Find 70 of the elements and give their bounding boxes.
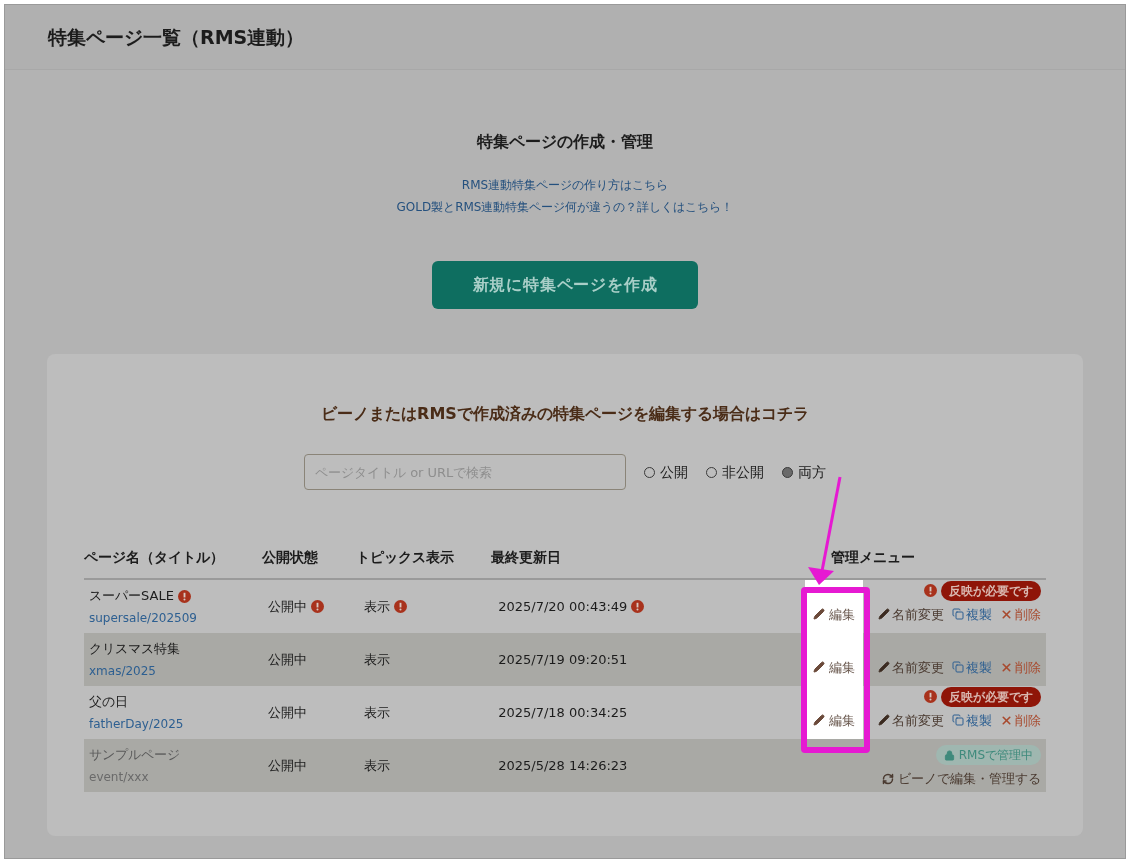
rename-button[interactable]: 名前変更 <box>878 710 944 730</box>
updated-date: 2025/7/18 00:34:25 <box>498 703 628 722</box>
column-header: 管理メニュー <box>830 548 917 567</box>
page-path-link[interactable]: fatherDay/2025 <box>89 714 262 733</box>
page-path-link[interactable]: event/xxx <box>89 767 262 786</box>
topics-text: 表示 <box>364 597 391 616</box>
copy-button[interactable]: 複製 <box>952 657 992 677</box>
copy-button[interactable]: 複製 <box>952 604 992 624</box>
updated-date: 2025/7/19 09:20:51 <box>498 650 628 669</box>
page-name: クリスマス特集 <box>89 640 180 659</box>
pencil-icon <box>878 661 890 674</box>
warning-icon <box>394 600 408 613</box>
page-name: サンプルページ <box>89 746 180 765</box>
pencil-icon <box>878 608 890 621</box>
help-link[interactable]: GOLD製とRMS連動特集ページ何が違うの？詳しくはこちら！ <box>396 198 734 216</box>
copy-icon <box>952 661 964 674</box>
topics-text: 表示 <box>364 650 391 669</box>
status-text: 公開中 <box>267 650 307 669</box>
page-path-link[interactable]: xmas/2025 <box>89 661 262 680</box>
delete-icon <box>1000 660 1013 674</box>
delete-button[interactable]: 削除 <box>1000 604 1041 624</box>
rename-button[interactable]: 名前変更 <box>878 657 944 677</box>
rename-button[interactable]: 名前変更 <box>878 604 944 624</box>
page-title: 特集ページ一覧（RMS連動） <box>48 24 305 50</box>
warning-icon <box>924 584 937 597</box>
lock-icon <box>943 749 955 761</box>
warning-icon <box>631 600 645 613</box>
status-text: 公開中 <box>267 756 307 775</box>
topics-text: 表示 <box>364 703 391 722</box>
card-heading: ビーノまたはRMSで作成済みの特集ページを編集する場合はコチラ <box>321 403 809 425</box>
column-header: トピックス表示 <box>356 548 456 567</box>
status-badge: RMSで管理中 <box>935 745 1041 765</box>
warning-icon <box>177 589 191 603</box>
status-badge: 反映が必要です <box>941 686 1041 707</box>
status-badge: 反映が必要です <box>941 580 1041 601</box>
copy-button[interactable]: 複製 <box>952 710 992 730</box>
status-text: 公開中 <box>267 703 307 722</box>
topics-text: 表示 <box>364 756 391 775</box>
copy-icon <box>952 714 964 727</box>
page-name: 父の日 <box>89 693 128 712</box>
filter-radio[interactable]: 非公開 <box>706 461 764 483</box>
edit-in-bino-link[interactable]: ビーノで編集・管理する <box>882 769 1041 789</box>
create-button[interactable]: 新規に特集ページを作成 <box>432 261 698 309</box>
warning-icon <box>310 600 324 613</box>
refresh-icon <box>882 772 894 785</box>
delete-icon <box>1000 607 1013 621</box>
edit-button[interactable]: 編集 <box>812 604 855 624</box>
page-name: スーパーSALE <box>89 587 174 606</box>
help-link[interactable]: RMS連動特集ページの作り方はこちら <box>461 176 669 194</box>
pencil-icon <box>812 714 825 727</box>
edit-button[interactable]: 編集 <box>812 657 855 677</box>
pencil-icon <box>878 714 890 727</box>
filter-radio[interactable]: 両方 <box>782 461 826 483</box>
warning-icon <box>924 690 937 703</box>
delete-icon <box>1000 713 1013 727</box>
updated-date: 2025/5/28 14:26:23 <box>498 756 628 775</box>
updated-date: 2025/7/20 00:43:49 <box>498 597 628 616</box>
column-header: ページ名（タイトル） <box>84 548 225 567</box>
filter-radio[interactable]: 公開 <box>644 461 688 483</box>
copy-icon <box>952 608 964 621</box>
pencil-icon <box>812 608 825 621</box>
delete-button[interactable]: 削除 <box>1000 657 1041 677</box>
column-header: 最終更新日 <box>491 548 563 567</box>
pencil-icon <box>812 661 825 674</box>
delete-button[interactable]: 削除 <box>1000 710 1041 730</box>
edit-button[interactable]: 編集 <box>812 710 855 730</box>
section-heading: 特集ページの作成・管理 <box>477 131 653 153</box>
page-path-link[interactable]: supersale/202509 <box>89 608 262 627</box>
status-text: 公開中 <box>267 597 307 616</box>
column-header: 公開状態 <box>261 548 319 567</box>
